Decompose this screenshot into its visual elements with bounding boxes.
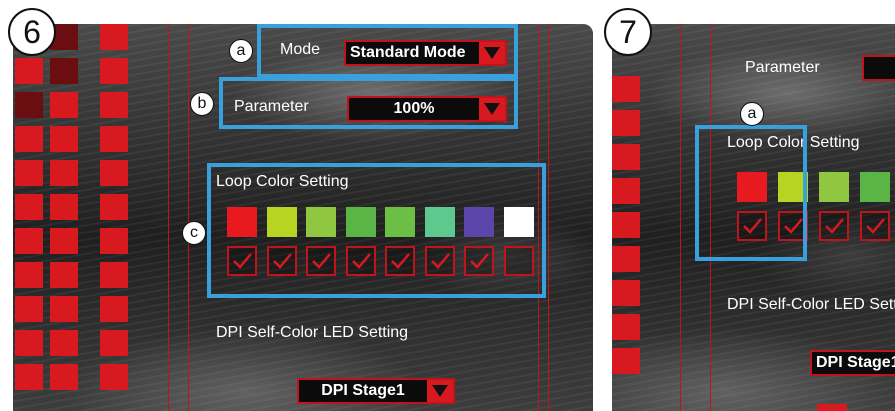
led-block xyxy=(15,262,43,288)
highlight-box-c xyxy=(207,163,546,298)
led-column-2 xyxy=(50,24,78,390)
led-block xyxy=(612,76,640,102)
callout-a: a xyxy=(740,102,764,126)
led-block xyxy=(612,246,640,272)
color-swatch[interactable] xyxy=(819,172,849,202)
checkmark-icon xyxy=(825,218,844,234)
led-block xyxy=(15,58,43,84)
led-block xyxy=(50,160,78,186)
led-block xyxy=(100,160,128,186)
led-block xyxy=(100,24,128,50)
led-block xyxy=(100,194,128,220)
color-swatch[interactable] xyxy=(860,172,890,202)
color-enable-checkbox[interactable] xyxy=(860,211,890,241)
divider-line xyxy=(680,24,681,411)
divider-line xyxy=(168,24,169,411)
led-block xyxy=(50,228,78,254)
led-block xyxy=(15,228,43,254)
color-enable-checkbox[interactable] xyxy=(819,211,849,241)
checkmark-icon xyxy=(866,218,885,234)
led-block xyxy=(612,280,640,306)
dpi-stage-value: DPI Stage1 xyxy=(321,382,405,399)
dpi-stage-value: DPI Stage1 xyxy=(816,354,895,371)
led-block xyxy=(50,126,78,152)
led-block xyxy=(612,212,640,238)
led-column-1 xyxy=(15,24,43,390)
divider-line xyxy=(548,24,549,411)
led-block xyxy=(15,330,43,356)
highlight-box-a xyxy=(257,24,518,78)
led-block xyxy=(50,92,78,118)
led-block xyxy=(50,58,78,84)
led-block xyxy=(100,58,128,84)
divider-line xyxy=(188,24,189,411)
callout-a: a xyxy=(229,39,253,63)
dpi-led-label: DPI Self-Color LED Setting xyxy=(727,296,895,313)
dpi-stage-dropdown[interactable]: DPI Stage1 xyxy=(810,350,895,376)
led-block xyxy=(817,404,847,411)
parameter-label: Parameter xyxy=(745,59,820,76)
led-block xyxy=(612,178,640,204)
led-block xyxy=(15,296,43,322)
led-block xyxy=(100,228,128,254)
led-block xyxy=(15,126,43,152)
callout-b: b xyxy=(190,92,214,116)
dropdown-arrow-icon[interactable] xyxy=(427,380,453,402)
parameter-dropdown[interactable] xyxy=(862,55,895,81)
led-column-3 xyxy=(100,24,128,390)
led-block xyxy=(50,364,78,390)
led-block xyxy=(50,194,78,220)
led-block xyxy=(612,348,640,374)
led-block xyxy=(100,126,128,152)
led-block xyxy=(612,110,640,136)
led-block xyxy=(612,144,640,170)
led-block xyxy=(15,160,43,186)
led-block xyxy=(50,262,78,288)
dpi-led-label: DPI Self-Color LED Setting xyxy=(216,324,409,341)
led-block xyxy=(15,92,43,118)
led-block xyxy=(100,330,128,356)
dpi-stage-dropdown[interactable]: DPI Stage1 xyxy=(297,378,455,404)
led-block xyxy=(100,262,128,288)
led-block xyxy=(50,330,78,356)
led-block xyxy=(15,364,43,390)
led-block xyxy=(100,296,128,322)
callout-c: c xyxy=(182,221,206,245)
led-block xyxy=(50,296,78,322)
led-block xyxy=(100,92,128,118)
led-block xyxy=(15,194,43,220)
step-number-6: 6 xyxy=(8,8,56,56)
step-number-7: 7 xyxy=(604,8,652,56)
led-column-1 xyxy=(612,76,640,374)
highlight-box-a xyxy=(695,125,807,261)
led-block xyxy=(612,314,640,340)
led-block xyxy=(100,364,128,390)
highlight-box-b xyxy=(219,77,518,129)
